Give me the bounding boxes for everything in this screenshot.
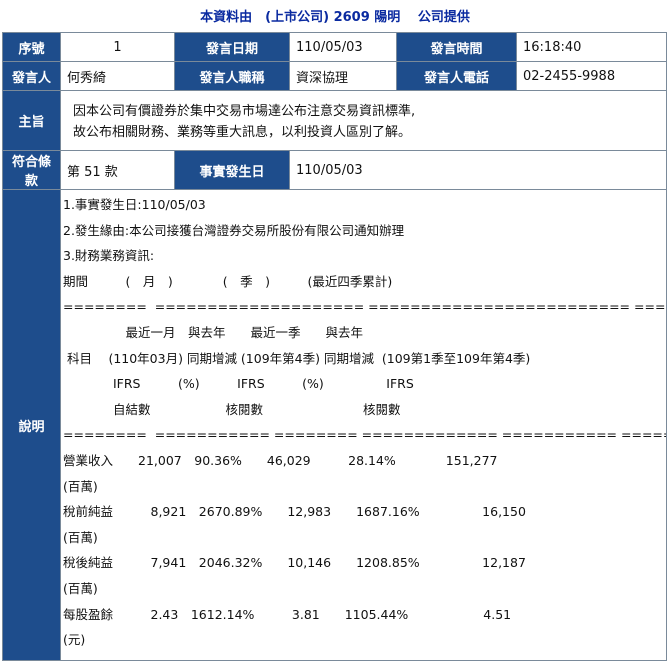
seq-label: 序號: [2, 32, 61, 62]
description-line: (百萬): [63, 478, 98, 494]
subject-label: 主旨: [2, 90, 61, 151]
row-clause: 符合條款 第 51 款 事實發生日 110/05/03: [2, 150, 667, 190]
announcement-table: 序號 1 發言日期 110/05/03 發言時間 16:18:40 發言人 何秀…: [2, 32, 667, 661]
description-line: ======== =========== ======== ==========…: [63, 427, 666, 443]
description-line: 科目 (110年03月) 同期增減 (109年第4季) 同期增減 (109第1季…: [63, 350, 531, 366]
description-line: 1.事實發生日:110/05/03: [63, 197, 206, 212]
description-text: 1.事實發生日:110/05/03 2.發生緣由:本公司接獲台灣證券交易所股份有…: [63, 192, 666, 653]
description-line: 稅後純益 7,941 2046.32% 10,146 1208.85% 12,1…: [63, 555, 526, 571]
description-line: IFRS (%) IFRS (%) IFRS: [63, 376, 414, 392]
clause-value: 第 51 款: [60, 150, 175, 190]
clause-label: 符合條款: [2, 150, 61, 190]
title-value: 資深協理: [289, 61, 397, 91]
row-subject: 主旨 因本公司有價證券於集中交易市場達公布注意交易資訊標準, 故公布相關財務、業…: [2, 90, 667, 151]
subject-value: 因本公司有價證券於集中交易市場達公布注意交易資訊標準, 故公布相關財務、業務等重…: [60, 90, 667, 151]
description-line: 期間 ( 月 ) ( 季 ) (最近四季累計): [63, 273, 393, 289]
time-label: 發言時間: [396, 32, 517, 62]
row-speaker: 發言人 何秀綺 發言人職稱 資深協理 發言人電話 02-2455-9988: [2, 61, 667, 91]
description-line: 稅前純益 8,921 2670.89% 12,983 1687.16% 16,1…: [63, 504, 526, 520]
description-value: 1.事實發生日:110/05/03 2.發生緣由:本公司接獲台灣證券交易所股份有…: [60, 189, 667, 661]
event-date-value: 110/05/03: [289, 150, 667, 190]
description-line: 2.發生緣由:本公司接獲台灣證券交易所股份有限公司通知辦理: [63, 222, 405, 238]
description-line: ======== ==================== ==========…: [63, 299, 666, 315]
event-date-label: 事實發生日: [174, 150, 290, 190]
phone-label: 發言人電話: [396, 61, 517, 91]
description-line: (百萬): [63, 529, 98, 545]
description-line: 每股盈餘 2.43 1612.14% 3.81 1105.44% 4.51: [63, 606, 512, 622]
row-description: 說明 1.事實發生日:110/05/03 2.發生緣由:本公司接獲台灣證券交易所…: [2, 189, 667, 661]
description-label: 說明: [2, 189, 61, 661]
description-line: 營業收入 21,007 90.36% 46,029 28.14% 151,277: [63, 452, 498, 468]
subject-line-2: 故公布相關財務、業務等重大訊息，以利投資人區別了解。: [73, 125, 412, 140]
description-line: 最近一月 與去年 最近一季 與去年: [63, 324, 364, 340]
speaker-label: 發言人: [2, 61, 61, 91]
title-label: 發言人職稱: [174, 61, 290, 91]
date-label: 發言日期: [174, 32, 290, 62]
description-line: 自結數 核閱數 核閱數: [63, 401, 401, 417]
description-line: (元): [63, 632, 86, 648]
source-header: 本資料由 (上市公司) 2609 陽明 公司提供: [200, 9, 470, 25]
phone-value: 02-2455-9988: [516, 61, 667, 91]
description-line: (百萬): [63, 580, 98, 596]
date-value: 110/05/03: [289, 32, 397, 62]
speaker-value: 何秀綺: [60, 61, 175, 91]
time-value: 16:18:40: [516, 32, 667, 62]
description-line: 3.財務業務資訊:: [63, 248, 155, 264]
subject-line-1: 因本公司有價證券於集中交易市場達公布注意交易資訊標準,: [73, 104, 416, 119]
seq-value: 1: [60, 32, 175, 62]
row-seq-date-time: 序號 1 發言日期 110/05/03 發言時間 16:18:40: [2, 32, 667, 62]
